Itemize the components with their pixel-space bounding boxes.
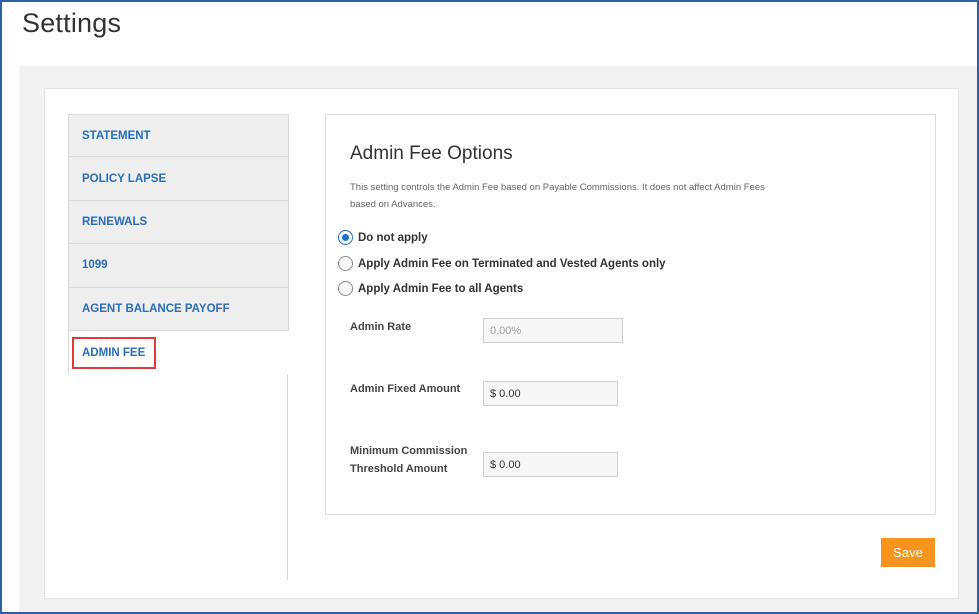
admin-fixed-amount-label: Admin Fixed Amount <box>350 383 461 395</box>
nav-item-1099[interactable]: 1099 <box>68 244 289 288</box>
nav-item-admin-fee[interactable]: ADMIN FEE <box>68 330 289 375</box>
minimum-commission-label: Minimum Commission Threshold Amount <box>350 442 467 478</box>
minimum-commission-label-line1: Minimum Commission <box>350 445 468 457</box>
panel-title: Admin Fee Options <box>350 143 513 164</box>
radio-selected-icon[interactable] <box>338 230 353 245</box>
minimum-commission-input[interactable] <box>483 452 618 477</box>
option-do-not-apply[interactable]: Do not apply <box>338 230 428 245</box>
option-label: Apply Admin Fee to all Agents <box>358 282 524 295</box>
option-all-agents[interactable]: Apply Admin Fee to all Agents <box>338 281 523 296</box>
admin-rate-input[interactable] <box>483 318 623 343</box>
nav-divider <box>287 374 288 580</box>
panel-description: This setting controls the Admin Fee base… <box>350 182 765 210</box>
radio-icon[interactable] <box>338 256 353 271</box>
option-label: Do not apply <box>358 231 428 244</box>
nav-item-policy-lapse[interactable]: POLICY LAPSE <box>68 157 289 201</box>
radio-icon[interactable] <box>338 281 353 296</box>
settings-nav: STATEMENT POLICY LAPSE RENEWALS 1099 AGE… <box>68 114 289 375</box>
nav-item-renewals[interactable]: RENEWALS <box>68 200 289 245</box>
option-label: Apply Admin Fee on Terminated and Vested… <box>358 257 666 270</box>
nav-item-statement[interactable]: STATEMENT <box>68 114 289 158</box>
nav-item-agent-balance-payoff[interactable]: AGENT BALANCE PAYOFF <box>68 287 289 331</box>
minimum-commission-label-line2: Threshold Amount <box>350 463 448 475</box>
admin-fixed-amount-input[interactable] <box>483 381 618 406</box>
page-title: Settings <box>22 8 122 38</box>
admin-rate-label: Admin Rate <box>350 321 412 333</box>
save-button[interactable]: Save <box>881 538 935 567</box>
option-terminated-vested[interactable]: Apply Admin Fee on Terminated and Vested… <box>338 256 666 271</box>
